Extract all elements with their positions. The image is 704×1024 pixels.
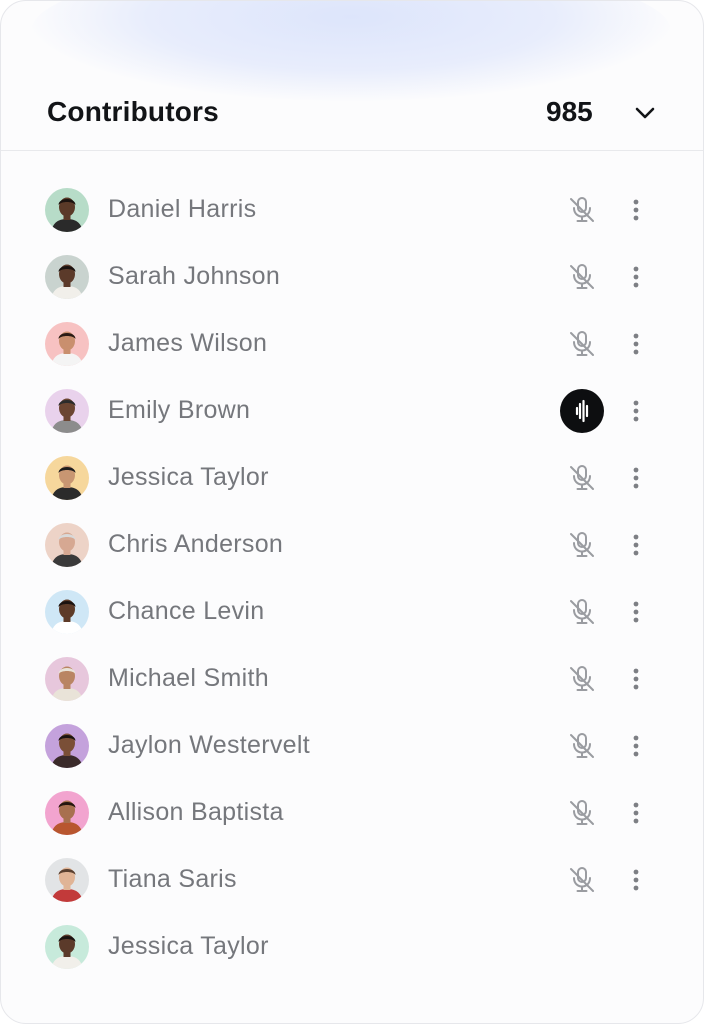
contributor-list: Daniel Harris Sarah Johnson James Wilson bbox=[1, 176, 703, 980]
mic-off-icon[interactable] bbox=[566, 730, 598, 762]
mic-off-icon[interactable] bbox=[566, 328, 598, 360]
mic-off-icon[interactable] bbox=[566, 864, 598, 896]
contributor-name: Tiana Saris bbox=[108, 865, 237, 893]
contributor-row[interactable]: Daniel Harris bbox=[1, 176, 703, 243]
contributor-name: Chance Levin bbox=[108, 597, 265, 625]
mic-off-icon[interactable] bbox=[566, 797, 598, 829]
chevron-down-icon[interactable] bbox=[629, 97, 661, 129]
contributor-name: Emily Brown bbox=[108, 396, 251, 424]
contributor-row[interactable]: Chris Anderson bbox=[1, 511, 703, 578]
avatar bbox=[45, 255, 89, 299]
more-vertical-icon[interactable] bbox=[625, 529, 647, 561]
contributor-name: Chris Anderson bbox=[108, 530, 284, 558]
contributor-row[interactable]: Jaylon Westervelt bbox=[1, 712, 703, 779]
more-vertical-icon[interactable] bbox=[625, 596, 647, 628]
more-vertical-icon[interactable] bbox=[625, 328, 647, 360]
more-vertical-icon[interactable] bbox=[625, 663, 647, 695]
contributor-row[interactable]: Emily Brown bbox=[1, 377, 703, 444]
avatar bbox=[45, 858, 89, 902]
avatar bbox=[45, 657, 89, 701]
contributors-panel: Contributors 985 Daniel Harris Sarah Joh… bbox=[0, 0, 704, 1024]
audio-wave-icon[interactable] bbox=[560, 389, 604, 433]
avatar bbox=[45, 791, 89, 835]
more-vertical-icon[interactable] bbox=[625, 864, 647, 896]
more-vertical-icon[interactable] bbox=[625, 730, 647, 762]
contributor-row[interactable]: Michael Smith bbox=[1, 645, 703, 712]
mic-off-icon[interactable] bbox=[566, 194, 598, 226]
mic-off-icon[interactable] bbox=[566, 596, 598, 628]
more-vertical-icon[interactable] bbox=[625, 395, 647, 427]
more-vertical-icon[interactable] bbox=[625, 462, 647, 494]
avatar bbox=[45, 188, 89, 232]
contributor-row[interactable]: Chance Levin bbox=[1, 578, 703, 645]
contributor-row[interactable]: James Wilson bbox=[1, 310, 703, 377]
avatar bbox=[45, 523, 89, 567]
avatar bbox=[45, 456, 89, 500]
contributor-row[interactable]: Allison Baptista bbox=[1, 779, 703, 846]
contributor-row[interactable]: Tiana Saris bbox=[1, 846, 703, 913]
contributor-count: 985 bbox=[546, 96, 593, 127]
mic-off-icon[interactable] bbox=[566, 261, 598, 293]
contributor-name: Allison Baptista bbox=[108, 798, 284, 826]
contributor-name: Daniel Harris bbox=[108, 195, 257, 223]
panel-title: Contributors bbox=[47, 96, 219, 127]
contributor-name: Jessica Taylor bbox=[108, 932, 269, 960]
mic-off-icon[interactable] bbox=[566, 462, 598, 494]
panel-header: Contributors 985 bbox=[1, 71, 703, 151]
mic-off-icon[interactable] bbox=[566, 663, 598, 695]
contributor-name: James Wilson bbox=[108, 329, 268, 357]
more-vertical-icon[interactable] bbox=[625, 194, 647, 226]
contributor-row[interactable]: Sarah Johnson bbox=[1, 243, 703, 310]
contributor-name: Michael Smith bbox=[108, 664, 269, 692]
avatar bbox=[45, 389, 89, 433]
contributor-name: Jessica Taylor bbox=[108, 463, 269, 491]
contributor-name: Sarah Johnson bbox=[108, 262, 281, 290]
avatar bbox=[45, 322, 89, 366]
more-vertical-icon[interactable] bbox=[625, 261, 647, 293]
mic-off-icon[interactable] bbox=[566, 529, 598, 561]
contributor-row[interactable]: Jessica Taylor bbox=[1, 444, 703, 511]
avatar bbox=[45, 590, 89, 634]
contributor-row[interactable]: Jessica Taylor bbox=[1, 913, 703, 980]
contributor-name: Jaylon Westervelt bbox=[108, 731, 310, 759]
avatar bbox=[45, 925, 89, 969]
more-vertical-icon[interactable] bbox=[625, 797, 647, 829]
avatar bbox=[45, 724, 89, 768]
